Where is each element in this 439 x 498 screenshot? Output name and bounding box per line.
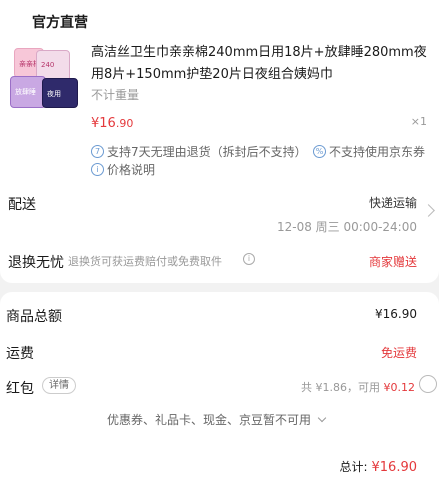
product-weight: 不计重量 [91, 88, 140, 102]
return-policy: 7 支持7天无理由退货（拆封后不支持） [91, 143, 307, 160]
seven-day-return-icon: 7 [91, 145, 104, 158]
product-quantity: ×1 [410, 115, 427, 128]
shipping-label: 运费 [6, 346, 34, 362]
delivery-method[interactable]: 快递运输 [369, 194, 417, 211]
goods-total-value: ¥16.90 [375, 307, 417, 321]
chevron-right-icon[interactable] [422, 204, 435, 217]
red-packet-detail-button[interactable]: 详情 [42, 377, 76, 394]
info-icon: i [91, 163, 104, 176]
shop-name: 官方直营 [32, 15, 88, 31]
product-title[interactable]: 高洁丝卫生巾亲亲棉240mm日用18片+放肆睡280mm夜用8片+150mm护垫… [91, 42, 431, 86]
red-packet-radio-icon[interactable] [419, 375, 437, 393]
shipping-value: 免运费 [380, 346, 417, 360]
price-explanation-link[interactable]: i 价格说明 [91, 161, 155, 178]
worry-free-gift: 商家赠送 [368, 255, 417, 269]
order-shop-card: 官方直营 亲亲棉 240 放肆睡 夜用 高洁丝卫生巾亲亲棉240mm日用18片+… [0, 0, 439, 283]
grand-total: 总计: ¥16.90 [339, 460, 417, 475]
info-icon[interactable]: i [243, 253, 255, 265]
coupon-policy: % 不支持使用京东券 [313, 143, 425, 160]
worry-free-label: 退换无忧 [8, 255, 64, 271]
product-image[interactable]: 亲亲棉 240 放肆睡 夜用 [8, 46, 80, 110]
red-packet-info: 共 ¥1.86，可用 ¥0.12 [301, 381, 415, 394]
product-price: ¥16.90 [91, 116, 134, 131]
worry-free-desc: 退换货可获运费赔付或免费取件 [68, 255, 222, 268]
red-packet-label: 红包 [6, 381, 34, 397]
goods-total-label: 商品总额 [6, 309, 62, 325]
unavailable-notice[interactable]: 优惠券、礼品卡、现金、京豆暂不可用 [107, 411, 327, 428]
coupon-icon: % [313, 145, 326, 158]
delivery-time[interactable]: 12-08 周三 00:00-24:00 [277, 218, 417, 235]
delivery-label: 配送 [8, 197, 36, 213]
chevron-down-icon [317, 413, 327, 423]
